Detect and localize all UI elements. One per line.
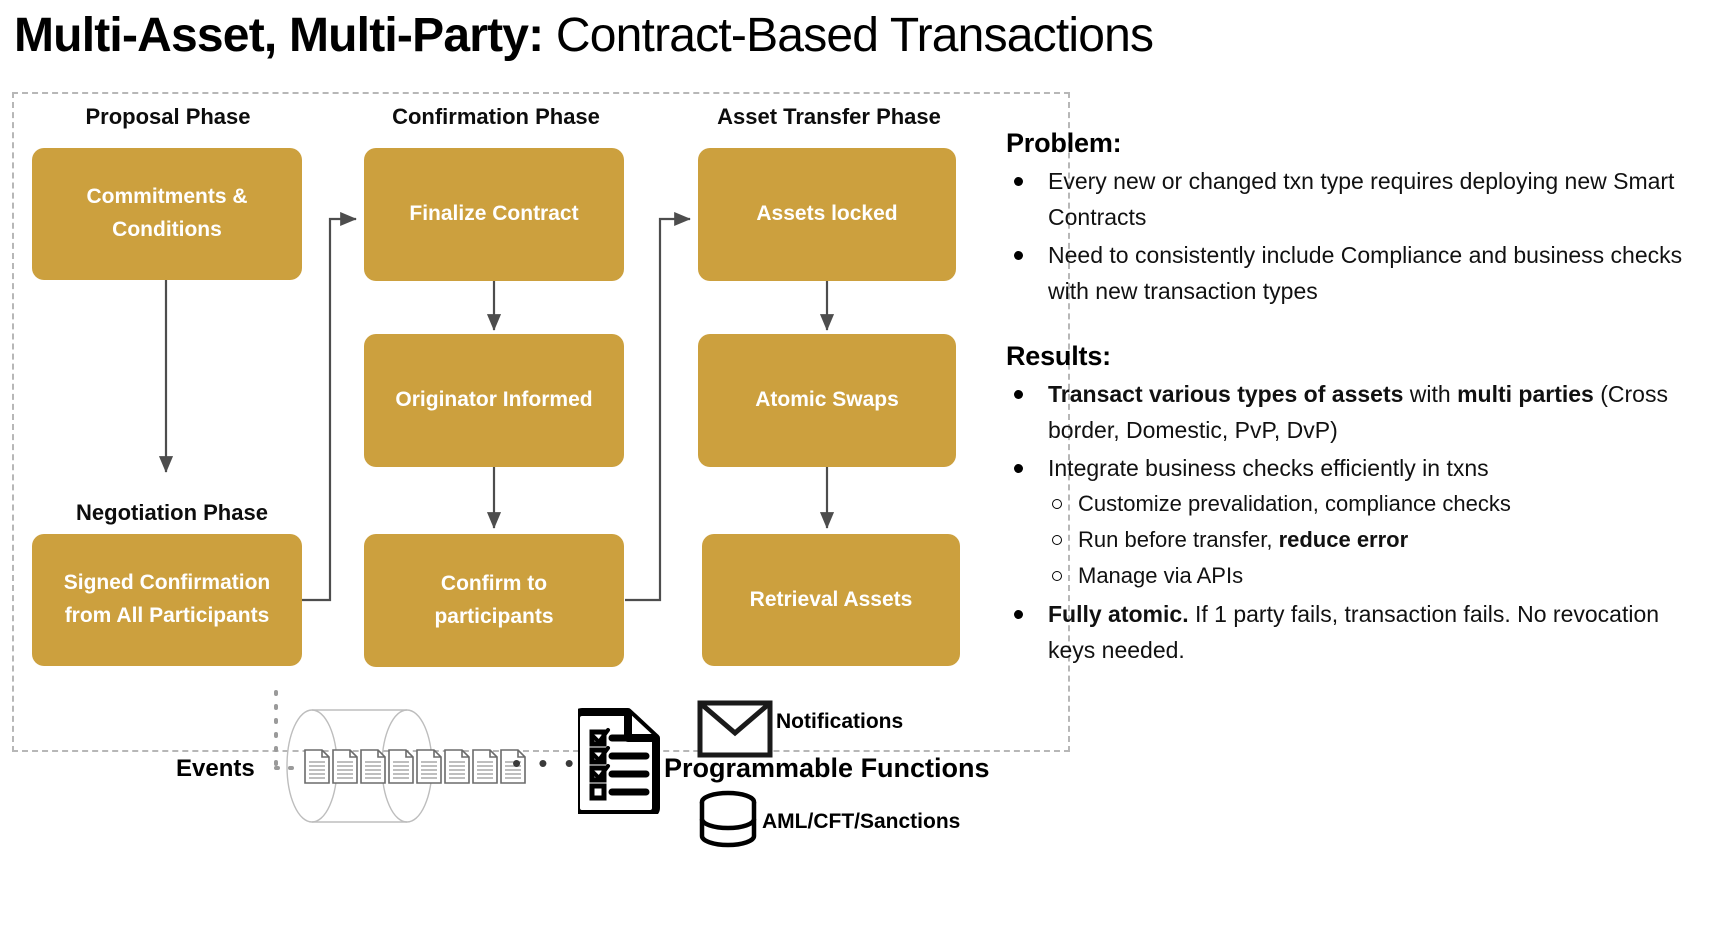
- page-title: Multi-Asset, Multi-Party: Contract-Based…: [14, 6, 1154, 66]
- results-b2-text: Integrate business checks efficiently in…: [1048, 455, 1489, 481]
- sub3-plain: Manage via APIs: [1078, 563, 1244, 588]
- results-sub-bullet-list: Customize prevalidation, compliance chec…: [1048, 486, 1700, 594]
- sub2-plain: Run before transfer,: [1078, 527, 1279, 552]
- panel-spacer: [1000, 311, 1700, 341]
- results-b1-bold1: Transact various types of assets: [1048, 381, 1404, 407]
- phase-label-proposal: Proposal Phase: [85, 104, 251, 129]
- problem-bullet-2: Need to consistently include Compliance …: [1006, 237, 1700, 309]
- node-retrieval-assets[interactable]: Retrieval Assets: [702, 534, 960, 666]
- sub1-plain: Customize prevalidation, compliance chec…: [1078, 491, 1511, 516]
- sub2-bold: reduce error: [1278, 527, 1409, 552]
- database-icon: [699, 790, 757, 848]
- notifications-label: Notifications: [776, 710, 904, 733]
- results-bullet-1: Transact various types of assets with mu…: [1006, 376, 1700, 448]
- problem-bullet-list: Every new or changed txn type requires d…: [1006, 163, 1700, 309]
- results-heading: Results:: [1006, 341, 1111, 371]
- title-bold: Multi-Asset, Multi-Party:: [14, 9, 544, 62]
- event-document-icons: [304, 749, 526, 784]
- node-signed-confirmation[interactable]: Signed Confirmation from All Participants: [32, 534, 302, 666]
- results-bullet-3: Fully atomic. If 1 party fails, transact…: [1006, 596, 1700, 668]
- title-light: Contract-Based Transactions: [543, 9, 1154, 62]
- node-assets-locked[interactable]: Assets locked: [698, 148, 956, 281]
- phase-label-negotiation: Negotiation Phase: [76, 500, 268, 525]
- node-atomic-swaps[interactable]: Atomic Swaps: [698, 334, 956, 467]
- right-panel: Problem: Every new or changed txn type r…: [1000, 128, 1700, 670]
- results-b1-mid: with: [1403, 381, 1458, 407]
- envelope-icon: [697, 700, 773, 758]
- node-commitments[interactable]: Commitments & Conditions: [32, 148, 302, 280]
- results-b1-bold2: multi parties: [1457, 381, 1594, 407]
- results-bullet-list: Transact various types of assets with mu…: [1006, 376, 1700, 668]
- programmable-functions-label: Programmable Functions: [664, 753, 990, 783]
- phase-label-asset-transfer: Asset Transfer Phase: [717, 104, 941, 129]
- phase-label-confirmation: Confirmation Phase: [392, 104, 600, 129]
- results-b3-bold: Fully atomic.: [1048, 601, 1189, 627]
- slide-canvas: Multi-Asset, Multi-Party: Contract-Based…: [0, 0, 1714, 950]
- events-ellipsis: • • •: [512, 748, 579, 778]
- aml-label: AML/CFT/Sanctions: [762, 810, 961, 833]
- events-label: Events: [176, 755, 255, 782]
- results-sub-bullet-2: Run before transfer, reduce error: [1048, 522, 1700, 558]
- results-sub-bullet-3: Manage via APIs: [1048, 558, 1700, 594]
- results-sub-bullet-1: Customize prevalidation, compliance chec…: [1048, 486, 1700, 522]
- problem-bullet-1: Every new or changed txn type requires d…: [1006, 163, 1700, 235]
- results-bullet-2: Integrate business checks efficiently in…: [1006, 450, 1700, 594]
- problem-heading: Problem:: [1006, 128, 1122, 158]
- checklist-icon: [578, 708, 660, 814]
- node-originator-informed[interactable]: Originator Informed: [364, 334, 624, 467]
- node-finalize-contract[interactable]: Finalize Contract: [364, 148, 624, 281]
- node-confirm-to-participants[interactable]: Confirm to participants: [364, 534, 624, 667]
